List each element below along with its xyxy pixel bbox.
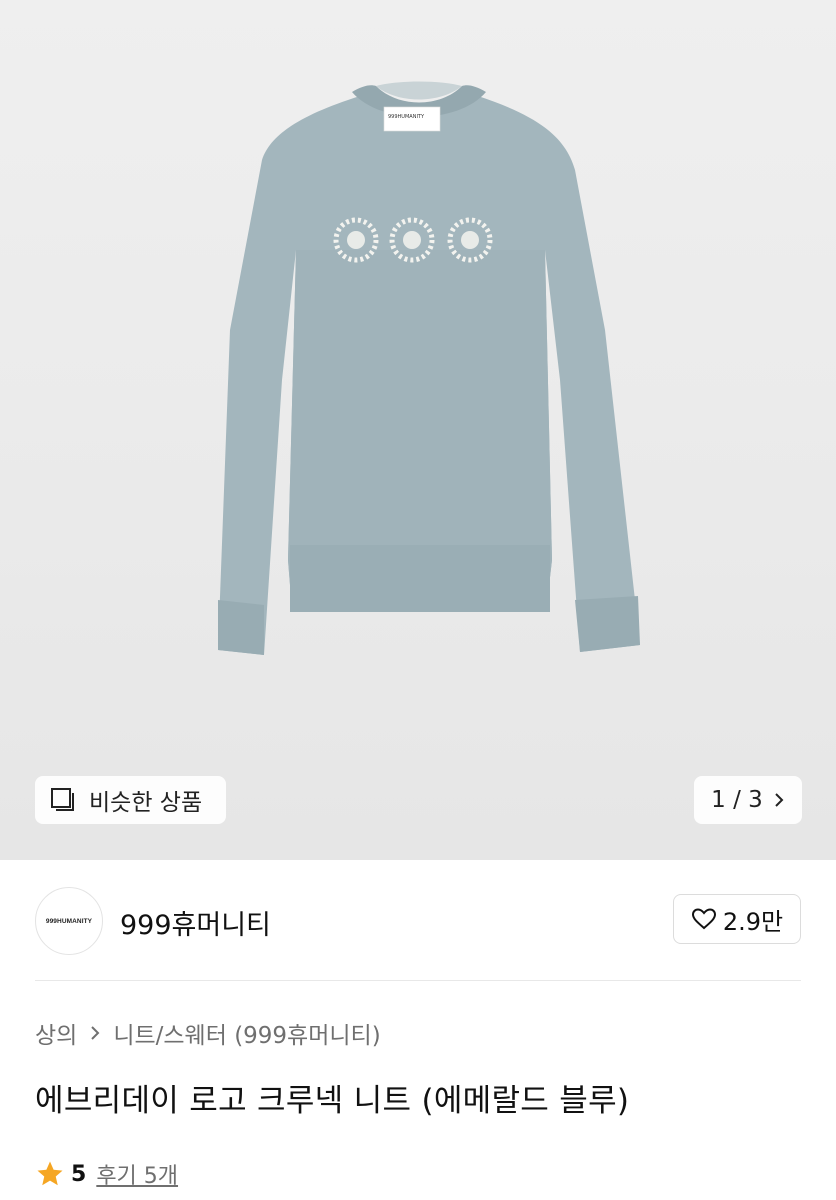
rating-score: 5 [71, 1161, 87, 1187]
like-count: 2.9만 [722, 907, 784, 936]
like-button[interactable]: 2.9만 [673, 894, 801, 944]
image-counter: 1 / 3 [711, 787, 763, 813]
chevron-right-icon [773, 791, 785, 809]
seller-avatar[interactable]: 999HUMANITY [35, 887, 103, 955]
sweater-label-text: 999HUMANITY [388, 114, 425, 120]
similar-items-label: 비슷한 상품 [89, 790, 203, 816]
divider [35, 980, 801, 981]
breadcrumb-subcategory[interactable]: 니트/스웨터 (999휴머니티) [113, 1016, 380, 1050]
star-icon [35, 1159, 65, 1189]
reviews-link[interactable]: 후기 5개 [96, 1158, 178, 1190]
breadcrumb: 상의 니트/스웨터 (999휴머니티) [35, 1016, 381, 1050]
breadcrumb-category[interactable]: 상의 [35, 1016, 77, 1050]
heart-outline-icon [691, 907, 717, 931]
seller-row: 999HUMANITY 999휴머니티 2.9만 [0, 885, 836, 980]
product-image-gallery[interactable]: 999HUMANITY 비슷한 상품 1 / 3 [0, 0, 836, 860]
seller-avatar-text: 999HUMANITY [45, 917, 93, 925]
similar-items-icon [49, 785, 79, 815]
seller-name[interactable]: 999휴머니티 [120, 903, 271, 942]
image-counter-button[interactable]: 1 / 3 [694, 776, 802, 824]
similar-items-button[interactable]: 비슷한 상품 [35, 776, 226, 824]
product-title: 에브리데이 로고 크루넥 니트 (에메랄드 블루) [35, 1083, 630, 1119]
chevron-right-icon [89, 1024, 101, 1042]
product-image [218, 81, 640, 655]
rating-row: 5 후기 5개 [35, 1158, 178, 1190]
